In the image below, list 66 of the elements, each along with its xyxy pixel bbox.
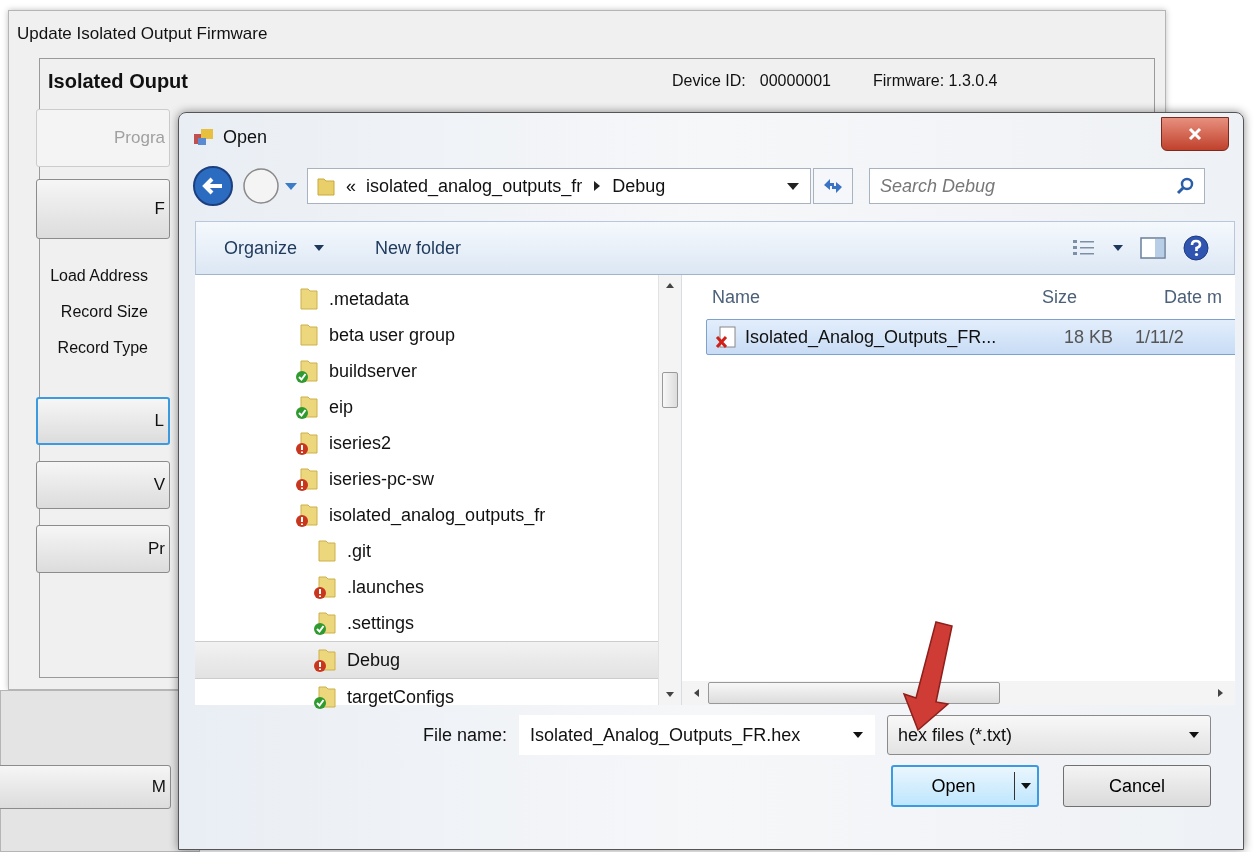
close-icon[interactable] xyxy=(1187,127,1203,141)
help-icon[interactable] xyxy=(1182,234,1210,262)
action-button[interactable]: M xyxy=(0,765,171,809)
window-title: Update Isolated Output Firmware xyxy=(16,23,269,45)
device-id-label: Device ID: xyxy=(672,72,746,90)
dropdown-arrow-icon[interactable] xyxy=(1112,244,1124,252)
folder-tree-item[interactable]: .settings xyxy=(195,605,658,641)
dropdown-arrow-icon[interactable] xyxy=(1188,731,1200,739)
folder-tree-item[interactable]: Debug xyxy=(195,641,658,679)
view-options-icon[interactable] xyxy=(1072,239,1096,257)
dropdown-arrow-icon[interactable] xyxy=(1020,782,1032,790)
action-button[interactable]: Pr xyxy=(36,525,170,573)
preview-pane-icon[interactable] xyxy=(1140,237,1166,259)
column-header[interactable]: Date m xyxy=(1164,286,1223,308)
field-label: Record Type xyxy=(57,339,148,357)
column-header[interactable]: Name xyxy=(712,286,1042,308)
scroll-up-icon[interactable] xyxy=(665,281,675,289)
close-button[interactable] xyxy=(1161,117,1229,151)
folder-tree-item[interactable]: iseries2 xyxy=(195,425,658,461)
dropdown-arrow-icon[interactable] xyxy=(786,181,800,191)
breadcrumb-overflow[interactable]: « xyxy=(346,175,356,197)
dropdown-arrow-icon[interactable] xyxy=(852,731,864,739)
horizontal-scrollbar[interactable] xyxy=(682,681,1235,705)
new-folder-button[interactable]: New folder xyxy=(375,237,462,259)
folder-tree-item[interactable]: .metadata xyxy=(195,281,658,317)
column-header[interactable]: Size xyxy=(1042,286,1164,308)
action-button[interactable]: V xyxy=(36,461,170,509)
file-error-icon xyxy=(715,325,737,349)
field-label: Load Address xyxy=(50,267,148,285)
scroll-right-icon[interactable] xyxy=(1217,688,1225,698)
dialog-title: Open xyxy=(223,126,268,148)
file-row[interactable]: Isolated_Analog_Outputs_FR... 18 KB 1/11/2 xyxy=(706,319,1235,355)
folder-tree-item[interactable]: isolated_analog_outputs_fr xyxy=(195,497,658,533)
folder-tree-item[interactable]: .launches xyxy=(195,569,658,605)
vertical-scrollbar[interactable] xyxy=(658,275,681,705)
breadcrumb-item[interactable]: isolated_analog_outputs_fr xyxy=(366,175,583,197)
folder-tree-item[interactable]: .git xyxy=(195,533,658,569)
action-button[interactable]: L xyxy=(36,397,170,445)
refresh-button[interactable] xyxy=(813,168,853,204)
folder-icon xyxy=(316,175,336,197)
field-label: Record Size xyxy=(60,303,148,321)
folder-tree-item[interactable]: buildserver xyxy=(195,353,658,389)
scroll-thumb[interactable] xyxy=(662,372,678,408)
search-field[interactable]: Search Debug xyxy=(869,168,1205,204)
scroll-thumb[interactable] xyxy=(708,682,1000,704)
device-heading: Isolated Ouput xyxy=(48,69,188,93)
dropdown-arrow-icon[interactable] xyxy=(313,244,326,252)
action-button[interactable]: F xyxy=(36,179,170,239)
search-icon xyxy=(1175,176,1195,196)
folder-tree-item[interactable]: iseries-pc-sw xyxy=(195,461,658,497)
address-bar[interactable]: « isolated_analog_outputs_fr Debug xyxy=(307,168,811,204)
history-dropdown-icon[interactable] xyxy=(283,180,299,192)
organize-menu[interactable]: Organize xyxy=(224,237,298,259)
window-app-icon xyxy=(193,127,215,147)
folder-tree-item[interactable]: targetConfigs xyxy=(195,679,658,715)
open-button[interactable]: Open xyxy=(891,765,1039,807)
cancel-button[interactable]: Cancel xyxy=(1063,765,1211,807)
file-name-label: File name: xyxy=(422,724,507,746)
folder-tree-item[interactable]: eip xyxy=(195,389,658,425)
breadcrumb-item[interactable]: Debug xyxy=(612,175,666,197)
folder-tree-item[interactable]: beta user group xyxy=(195,317,658,353)
file-name-field[interactable]: Isolated_Analog_Outputs_FR.hex xyxy=(519,715,875,755)
scroll-left-icon[interactable] xyxy=(692,688,700,698)
device-id-value: 00000001 xyxy=(759,72,831,90)
file-type-dropdown[interactable]: hex files (*.txt) xyxy=(887,715,1211,755)
firmware-version: Firmware: 1.3.0.4 xyxy=(873,72,998,90)
